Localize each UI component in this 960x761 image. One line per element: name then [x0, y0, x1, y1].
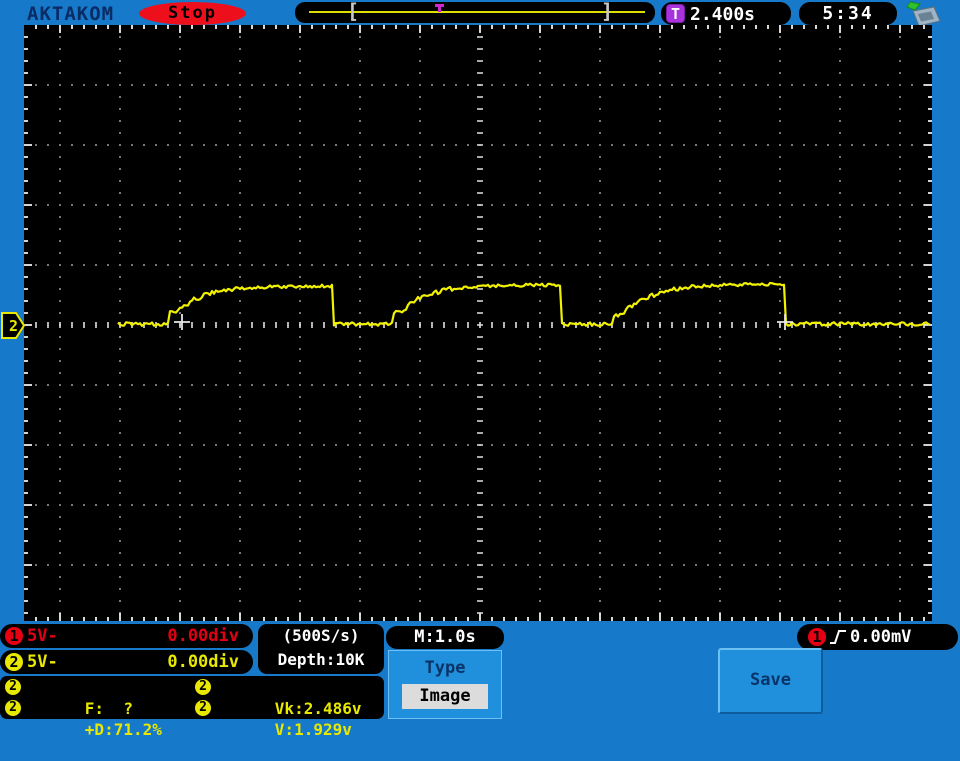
acquisition-info: (500S/s) Depth:10K	[258, 624, 384, 674]
trigger-level-badge: 1 0.00mV	[797, 624, 958, 650]
channel-2-scale: 5V-	[27, 652, 58, 672]
trigger-t-icon: T	[666, 4, 685, 23]
trigger-time-badge: T 2.400s	[661, 2, 791, 25]
channel-2-badge-icon: 2	[5, 678, 21, 695]
type-menu-selected-value[interactable]: Image	[402, 684, 488, 709]
save-button[interactable]: Save	[718, 648, 823, 714]
channel-1-status: 1 5V- 0.00div	[0, 624, 253, 648]
channel-2-badge-icon: 2	[195, 699, 211, 716]
channel-1-offset: 0.00div	[167, 626, 239, 646]
trigger-position-icon-stem	[438, 7, 441, 12]
trigger-time-value: 2.400s	[690, 4, 756, 25]
channel-2-offset: 0.00div	[167, 652, 239, 672]
gate-cross-markers	[174, 314, 793, 330]
brand-logo: AKTAKOM	[27, 3, 115, 25]
record-span-line	[309, 11, 645, 13]
usb-disk-icon	[906, 1, 941, 27]
rising-edge-icon	[830, 630, 846, 644]
memory-depth: Depth:10K	[277, 650, 365, 669]
edge-ruler-ticks	[24, 25, 932, 621]
channel-2-position-marker: 2	[1, 312, 25, 339]
window-right-bracket-icon: ]	[601, 0, 614, 23]
type-menu-label: Type	[424, 658, 466, 678]
channel-2-trace	[117, 281, 931, 327]
channel-2-status: 2 5V- 0.00div	[0, 650, 253, 674]
channel-1-badge-icon: 1	[5, 627, 23, 645]
channel-2-marker-label: 2	[9, 317, 18, 335]
measurements-panel: 2 F: ? 2 Vk:2.486v 2 +D:71.2% 2 V:1.929v	[0, 676, 384, 739]
channel-1-scale: 5V-	[27, 626, 58, 646]
clock: 5:34	[799, 2, 897, 25]
trigger-position-bar: [ ]	[295, 0, 655, 23]
channel-2-badge-icon: 2	[195, 678, 211, 695]
channel-2-badge-icon: 2	[5, 699, 21, 716]
timebase-badge: M:1.0s	[386, 626, 504, 649]
trigger-level-value: 0.00mV	[850, 627, 912, 647]
measurement-frequency: 2 F: ?	[0, 677, 190, 718]
measurement-v: 2 V:1.929v	[190, 698, 384, 739]
scope-screen	[24, 25, 932, 621]
measurement-vk: 2 Vk:2.486v	[190, 677, 384, 718]
type-menu-button[interactable]: Type Image	[388, 650, 502, 719]
trigger-source-badge-icon: 1	[808, 628, 826, 646]
waveform-plot	[24, 25, 932, 621]
channel-2-badge-icon: 2	[5, 653, 23, 671]
measurement-duty: 2 +D:71.2%	[0, 698, 190, 739]
oscilloscope-ui: AKTAKOM Stop [ ] T 2.400s 5:34 2 1 5V- 0…	[0, 0, 960, 739]
run-state-badge: Stop	[139, 2, 246, 25]
sample-rate: (500S/s)	[282, 626, 360, 645]
window-left-bracket-icon: [	[347, 0, 360, 23]
